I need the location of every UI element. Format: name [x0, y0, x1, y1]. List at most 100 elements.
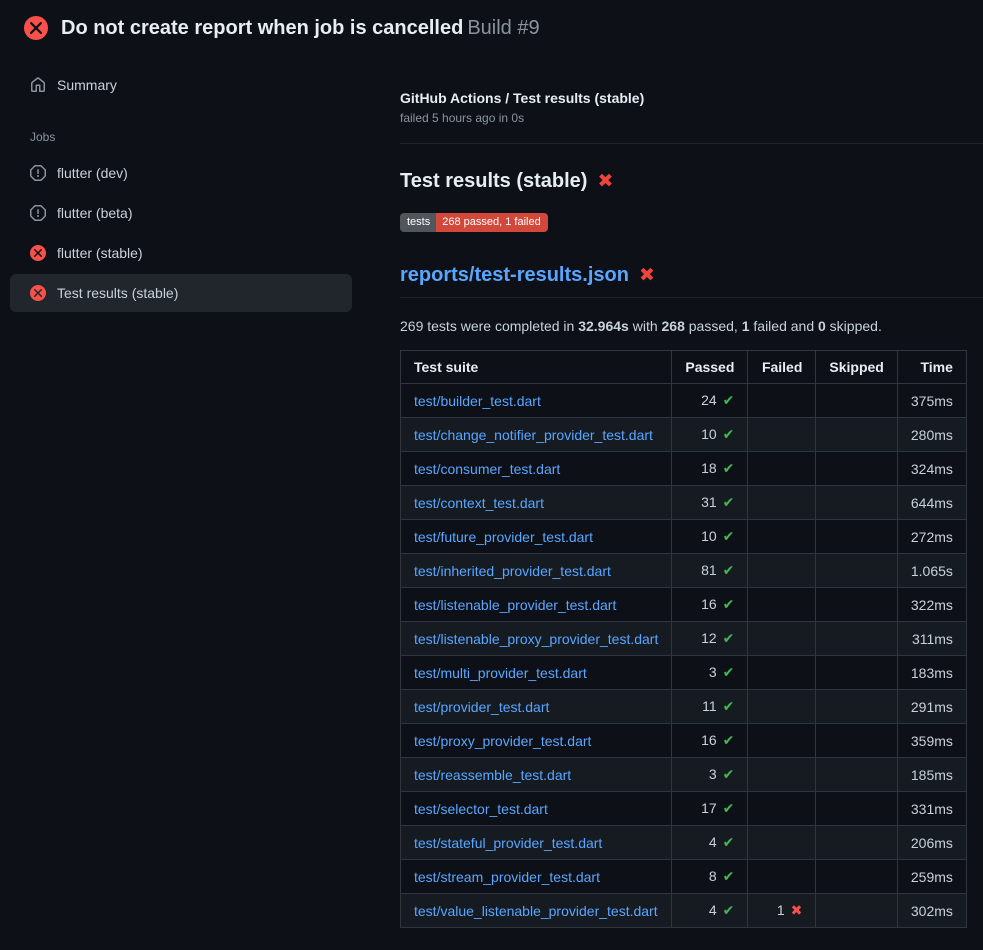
sidebar-item-flutter-dev[interactable]: flutter (dev): [10, 154, 352, 192]
table-row: test/change_notifier_provider_test.dart …: [401, 418, 967, 452]
suite-link[interactable]: test/proxy_provider_test.dart: [414, 733, 591, 749]
time-cell: 280ms: [897, 418, 966, 452]
time-cell: 644ms: [897, 486, 966, 520]
skipped-cell: [816, 554, 897, 588]
suite-cell: test/inherited_provider_test.dart: [401, 554, 672, 588]
col-passed: Passed: [672, 351, 748, 384]
passed-cell: 16✔: [672, 588, 748, 622]
suite-link[interactable]: test/stateful_provider_test.dart: [414, 835, 602, 851]
passed-count: 268: [662, 318, 685, 334]
failed-cell: [748, 860, 816, 894]
report-file-link[interactable]: reports/test-results.json: [400, 264, 629, 287]
time-cell: 272ms: [897, 520, 966, 554]
time-cell: 322ms: [897, 588, 966, 622]
suite-link[interactable]: test/change_notifier_provider_test.dart: [414, 427, 653, 443]
skipped-cell: [816, 894, 897, 928]
check-run-content: GitHub Actions / Test results (stable) f…: [400, 52, 983, 928]
suite-link[interactable]: test/reassemble_test.dart: [414, 767, 571, 783]
check-icon: ✔: [723, 392, 735, 408]
check-icon: ✔: [723, 732, 735, 748]
sidebar-item-label: Test results (stable): [57, 285, 178, 301]
passed-cell: 3✔: [672, 656, 748, 690]
time-cell: 302ms: [897, 894, 966, 928]
failed-cell: [748, 418, 816, 452]
suite-link[interactable]: test/future_provider_test.dart: [414, 529, 593, 545]
cancelled-status-icon: [30, 205, 46, 221]
passed-cell: 12✔: [672, 622, 748, 656]
failed-cell: [748, 554, 816, 588]
passed-cell: 10✔: [672, 520, 748, 554]
check-title: Test results (stable) ✖: [400, 170, 983, 193]
check-icon: ✔: [723, 800, 735, 816]
check-icon: ✔: [723, 596, 735, 612]
suite-link[interactable]: test/multi_provider_test.dart: [414, 665, 587, 681]
suite-cell: test/stateful_provider_test.dart: [401, 826, 672, 860]
skipped-cell: [816, 690, 897, 724]
time-cell: 324ms: [897, 452, 966, 486]
failed-cell: [748, 384, 816, 418]
sidebar-item-flutter-beta[interactable]: flutter (beta): [10, 194, 352, 232]
failed-cell: [748, 452, 816, 486]
table-row: test/proxy_provider_test.dart 16✔ 359ms: [401, 724, 967, 758]
failed-cell: [748, 826, 816, 860]
failed-cell: [748, 656, 816, 690]
suite-cell: test/builder_test.dart: [401, 384, 672, 418]
table-row: test/selector_test.dart 17✔ 331ms: [401, 792, 967, 826]
x-icon: ✖: [597, 172, 613, 191]
divider: [400, 143, 983, 144]
sidebar-item-test-results-stable[interactable]: Test results (stable): [10, 274, 352, 312]
suite-link[interactable]: test/provider_test.dart: [414, 699, 549, 715]
passed-cell: 11✔: [672, 690, 748, 724]
time-cell: 259ms: [897, 860, 966, 894]
tests-badge: tests 268 passed, 1 failed: [400, 213, 548, 232]
suite-link[interactable]: test/selector_test.dart: [414, 801, 548, 817]
passed-cell: 4✔: [672, 826, 748, 860]
sidebar-item-summary[interactable]: Summary: [10, 66, 352, 104]
failed-cell: [748, 758, 816, 792]
table-row: test/listenable_proxy_provider_test.dart…: [401, 622, 967, 656]
sidebar-item-flutter-stable[interactable]: flutter (stable): [10, 234, 352, 272]
cancelled-status-icon: [30, 165, 46, 181]
suite-link[interactable]: test/inherited_provider_test.dart: [414, 563, 611, 579]
failed-cell: [748, 622, 816, 656]
jobs-sidebar: Summary Jobs flutter (dev) flutter (beta…: [0, 52, 400, 314]
time-cell: 331ms: [897, 792, 966, 826]
suite-link[interactable]: test/consumer_test.dart: [414, 461, 560, 477]
suite-link[interactable]: test/context_test.dart: [414, 495, 544, 511]
failed-cell: [748, 724, 816, 758]
skipped-cell: [816, 486, 897, 520]
suite-cell: test/provider_test.dart: [401, 690, 672, 724]
badge-label: tests: [400, 213, 436, 232]
suite-link[interactable]: test/listenable_provider_test.dart: [414, 597, 616, 613]
skipped-cell: [816, 452, 897, 486]
duration-value: 32.964s: [578, 318, 629, 334]
table-row: test/context_test.dart 31✔ 644ms: [401, 486, 967, 520]
suite-link[interactable]: test/stream_provider_test.dart: [414, 869, 600, 885]
skipped-count: 0: [818, 318, 826, 334]
suite-link[interactable]: test/builder_test.dart: [414, 393, 541, 409]
suite-link[interactable]: test/value_listenable_provider_test.dart: [414, 903, 658, 919]
table-row: test/stateful_provider_test.dart 4✔ 206m…: [401, 826, 967, 860]
suite-link[interactable]: test/listenable_proxy_provider_test.dart: [414, 631, 658, 647]
sidebar-item-label: Summary: [57, 77, 117, 93]
passed-cell: 16✔: [672, 724, 748, 758]
suite-cell: test/listenable_proxy_provider_test.dart: [401, 622, 672, 656]
skipped-cell: [816, 418, 897, 452]
failed-count: 1: [742, 318, 750, 334]
table-row: test/value_listenable_provider_test.dart…: [401, 894, 967, 928]
summary-line: 269 tests were completed in 32.964s with…: [400, 318, 983, 334]
skipped-cell: [816, 656, 897, 690]
passed-cell: 81✔: [672, 554, 748, 588]
check-icon: ✔: [723, 902, 735, 918]
skipped-cell: [816, 860, 897, 894]
time-cell: 1.065s: [897, 554, 966, 588]
suite-cell: test/listenable_provider_test.dart: [401, 588, 672, 622]
col-time: Time: [897, 351, 966, 384]
sidebar-item-label: flutter (dev): [57, 165, 128, 181]
skipped-cell: [816, 724, 897, 758]
page-title: Do not create report when job is cancell…: [61, 17, 540, 40]
skipped-cell: [816, 826, 897, 860]
table-row: test/inherited_provider_test.dart 81✔ 1.…: [401, 554, 967, 588]
passed-cell: 3✔: [672, 758, 748, 792]
status-line: failed 5 hours ago in 0s: [400, 111, 983, 125]
